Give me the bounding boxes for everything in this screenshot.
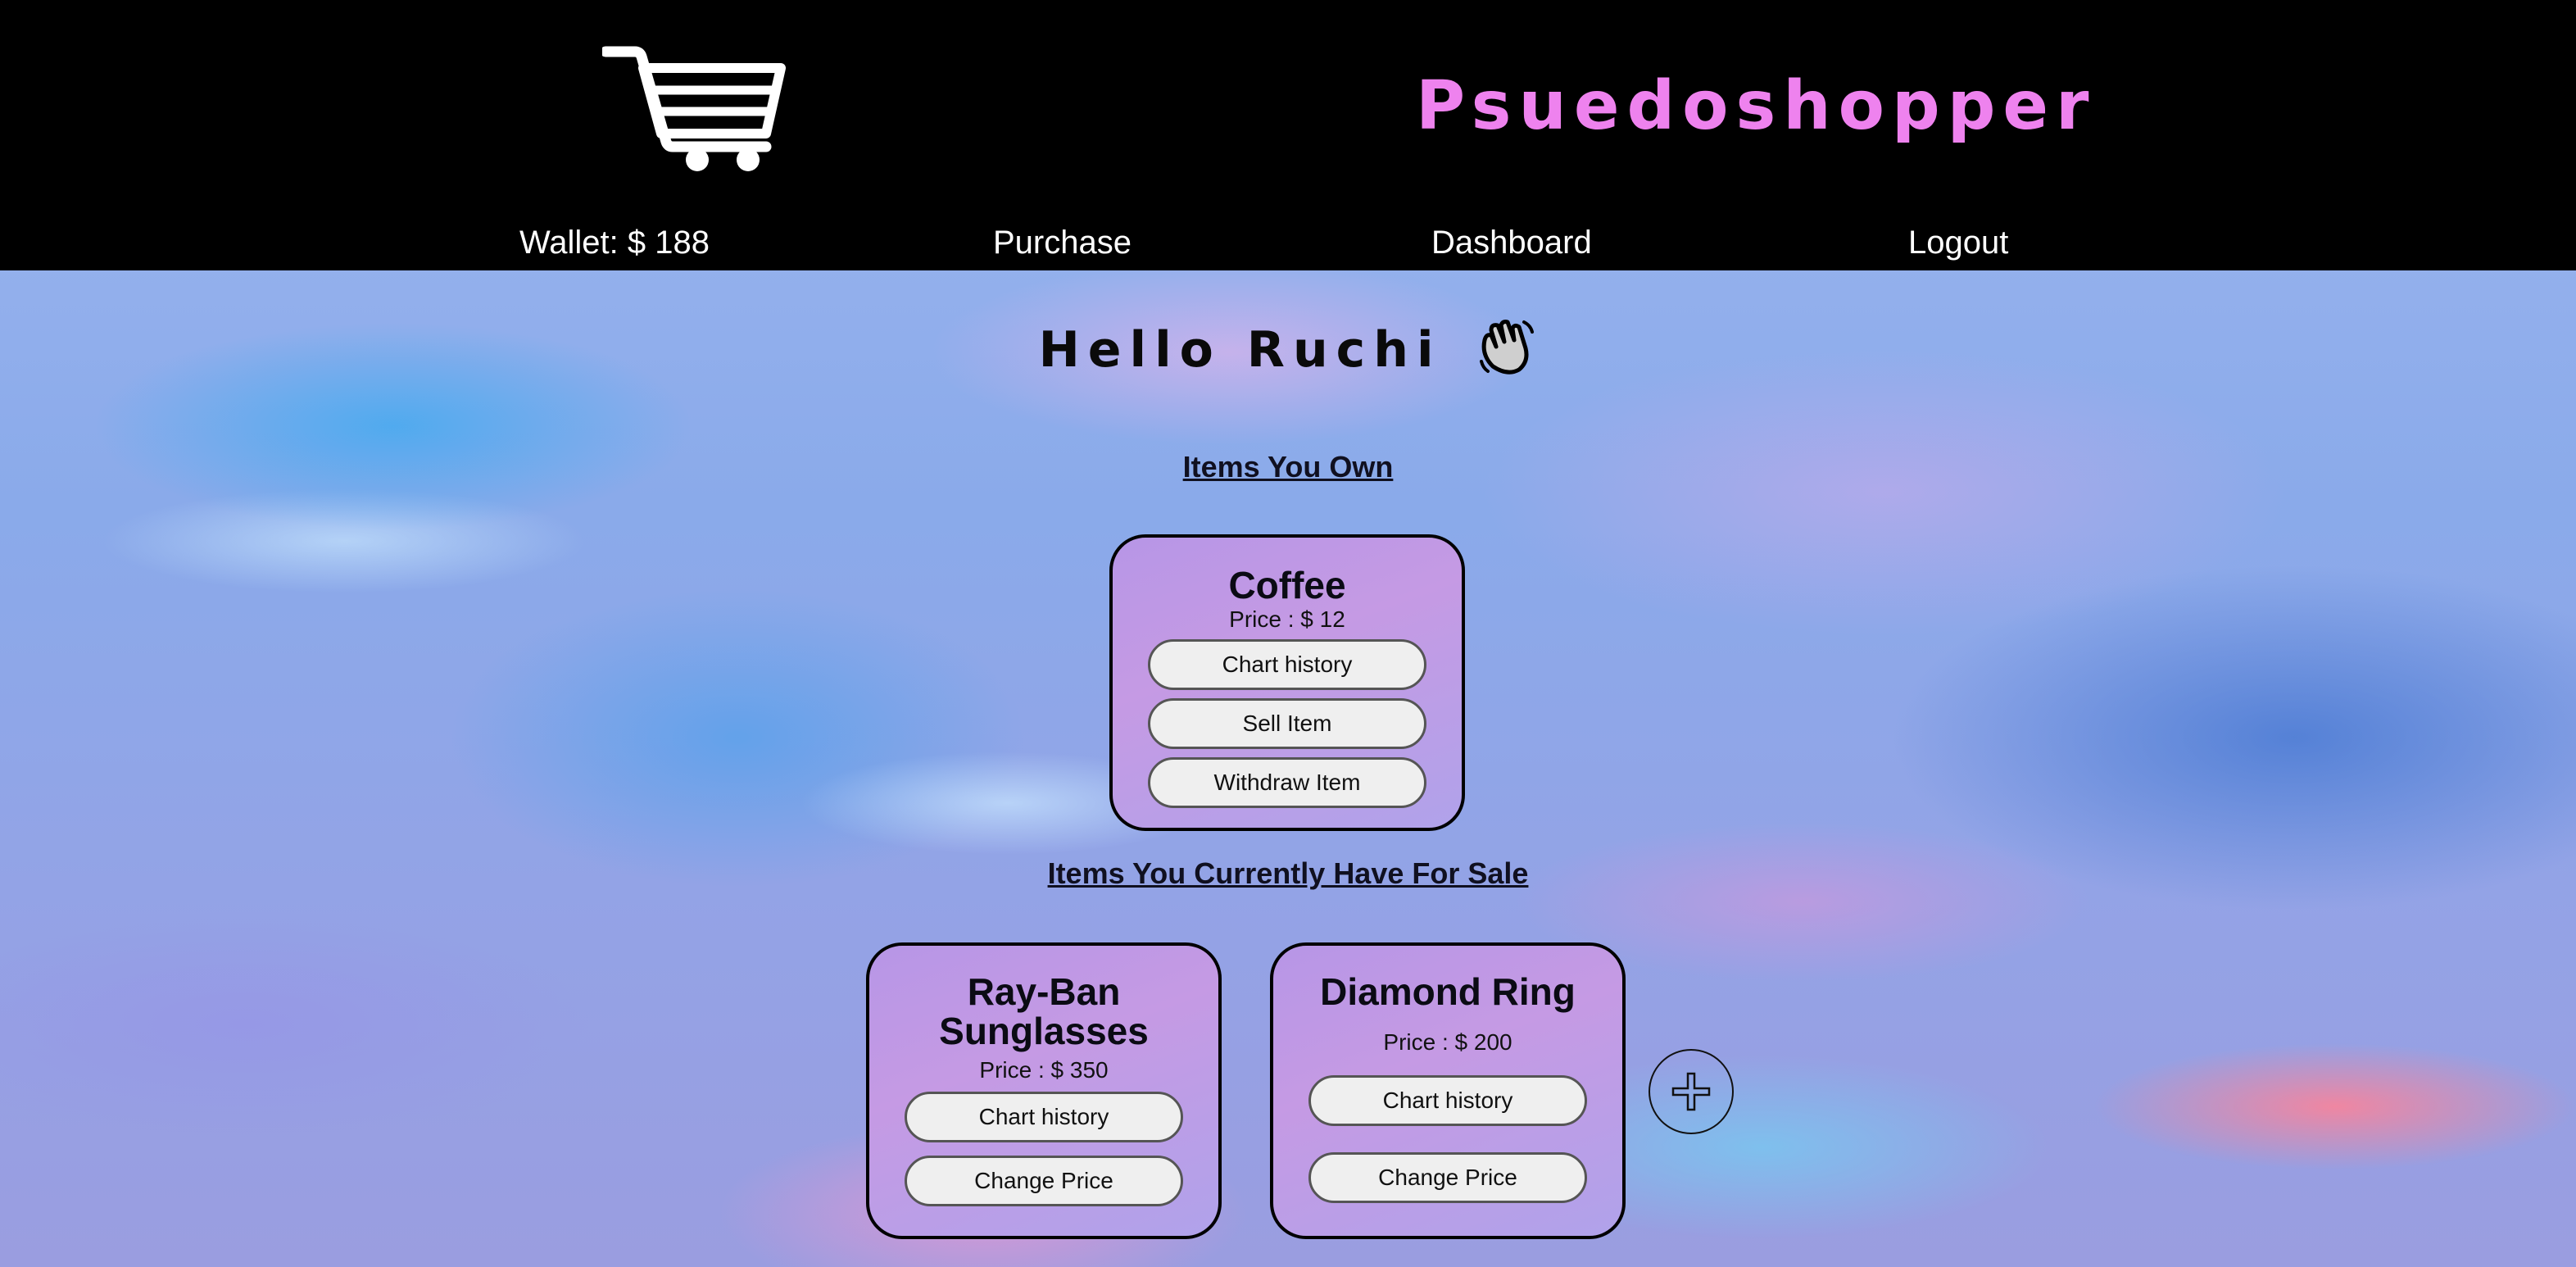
wallet-amount: 188 [655, 225, 710, 261]
nav-dashboard-link[interactable]: Dashboard [1431, 220, 1592, 266]
withdraw-item-button[interactable]: Withdraw Item [1148, 757, 1426, 808]
item-name: Diamond Ring [1320, 970, 1576, 1013]
waving-hand-icon [1480, 320, 1535, 375]
for-sale-item-card: Diamond Ring Price : $ 200 Chart history… [1270, 942, 1626, 1239]
owned-item-card: Coffee Price : $ 12 Chart history Sell I… [1109, 534, 1465, 831]
wallet-balance: Wallet: $ 188 [519, 220, 710, 266]
item-price: Price : $ 350 [979, 1057, 1109, 1083]
greeting-text: Hello Ruchi [1038, 321, 1442, 379]
nav-logout-link[interactable]: Logout [1908, 220, 2008, 266]
change-price-button[interactable]: Change Price [905, 1156, 1183, 1206]
item-price: Price : $ 200 [1383, 1029, 1512, 1055]
add-item-button[interactable] [1649, 1049, 1734, 1134]
brand-title: Psuedoshopper [1416, 67, 2097, 145]
wallet-label: Wallet: $ [519, 225, 646, 261]
chart-history-button[interactable]: Chart history [905, 1092, 1183, 1142]
item-price: Price : $ 12 [1229, 606, 1345, 632]
top-header: Psuedoshopper Wallet: $ 188 Purchase Das… [0, 0, 2576, 270]
chart-history-button[interactable]: Chart history [1148, 639, 1426, 690]
for-sale-heading: Items You Currently Have For Sale [1047, 856, 1529, 890]
item-name: Coffee [1228, 564, 1346, 606]
chart-history-button[interactable]: Chart history [1308, 1075, 1587, 1126]
change-price-button[interactable]: Change Price [1308, 1152, 1587, 1203]
shopping-cart-icon[interactable] [602, 45, 791, 176]
plus-icon [1671, 1072, 1711, 1111]
nav-purchase-link[interactable]: Purchase [993, 220, 1132, 266]
owned-items-heading: Items You Own [1182, 450, 1394, 484]
sell-item-button[interactable]: Sell Item [1148, 698, 1426, 749]
for-sale-item-card: Ray-Ban Sunglasses Price : $ 350 Chart h… [866, 942, 1222, 1239]
greeting-heading: Hello Ruchi [0, 316, 2576, 383]
item-name: Ray-Ban Sunglasses [939, 970, 1149, 1052]
